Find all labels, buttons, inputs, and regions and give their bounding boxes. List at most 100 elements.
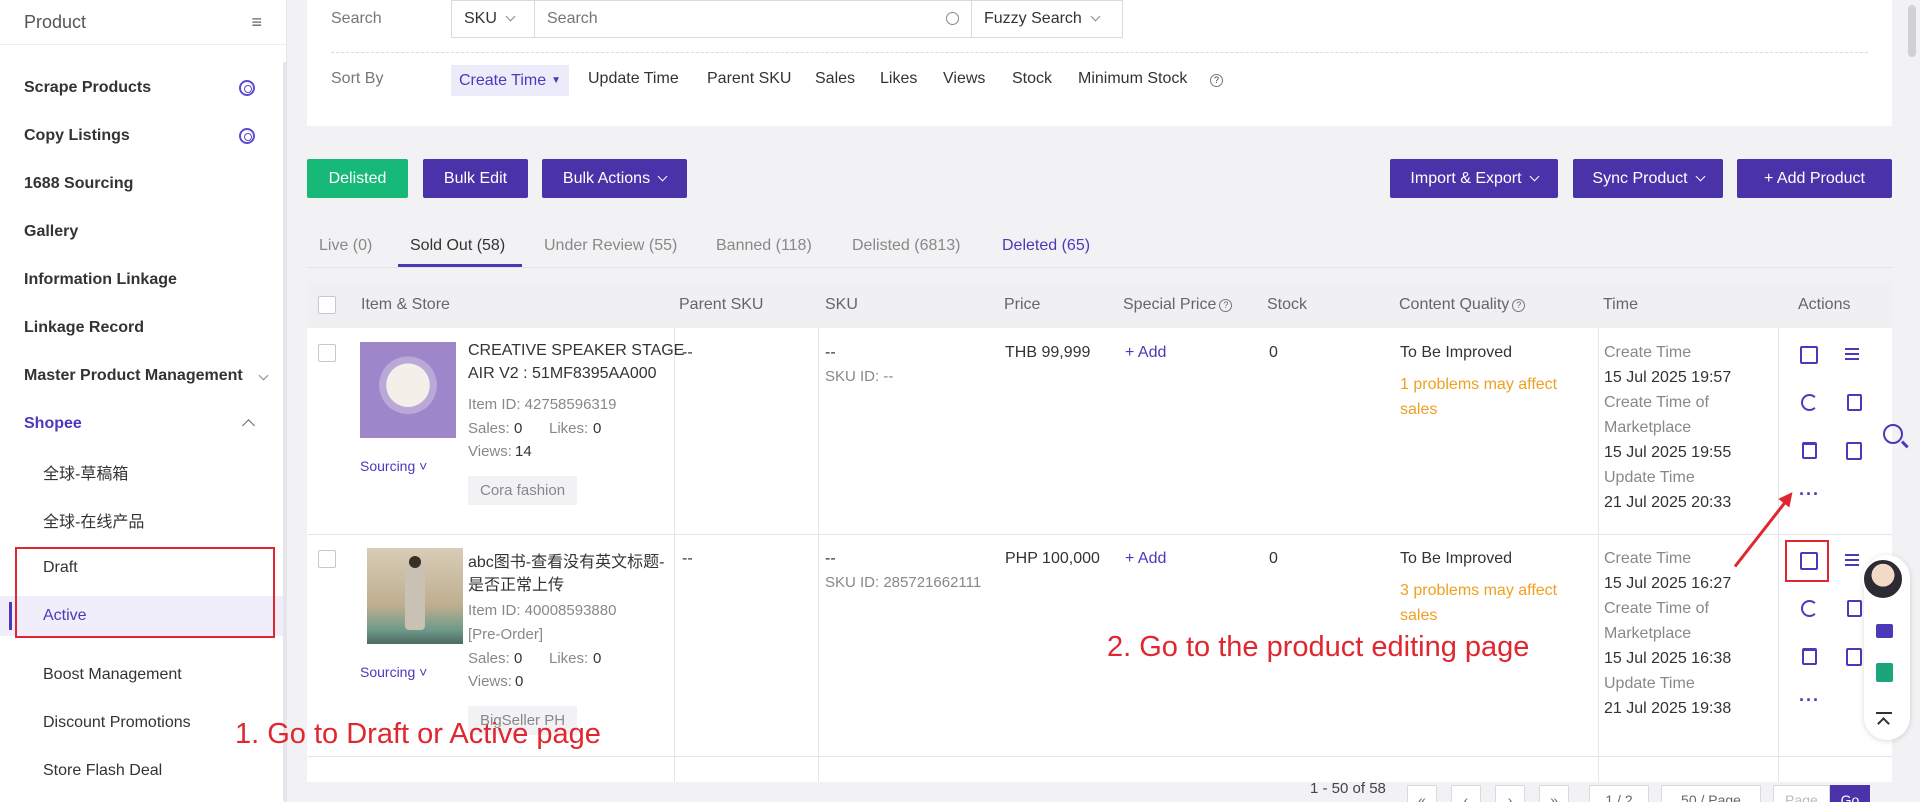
tab-deleted[interactable]: Deleted (65)	[1002, 237, 1090, 255]
more-icon[interactable]: ···	[1799, 690, 1820, 711]
sidebar-item-global-online-products[interactable]: 全球-在线产品	[0, 500, 283, 540]
quality-note[interactable]: 3 problems may affect sales	[1400, 578, 1590, 628]
sort-option-likes[interactable]: Likes	[880, 70, 917, 88]
row-checkbox[interactable]	[318, 550, 336, 568]
sort-option-stock[interactable]: Stock	[1012, 70, 1052, 88]
import-export-button[interactable]: Import & Export	[1390, 159, 1558, 198]
views-label: Views:	[468, 443, 512, 460]
pre-order-tag: [Pre-Order]	[468, 626, 544, 643]
first-page-button[interactable]: «	[1407, 785, 1437, 802]
notes-icon[interactable]	[1846, 648, 1862, 666]
sidebar-item-label: Shopee	[24, 415, 82, 432]
product-thumbnail[interactable]	[360, 342, 456, 438]
bulk-actions-button[interactable]: Bulk Actions	[542, 159, 687, 198]
sort-option-label: Create Time	[459, 71, 547, 89]
product-title-continued[interactable]: 是否正常上传	[468, 571, 564, 595]
trash-icon[interactable]	[1802, 442, 1817, 459]
sort-option-minimum-stock[interactable]: Minimum Stock	[1078, 70, 1187, 88]
notes-icon[interactable]	[1846, 442, 1862, 460]
sourcing-link[interactable]: Sourcing ˅	[360, 458, 427, 474]
sidebar-item-label: Boost Management	[43, 666, 182, 683]
sidebar-item-1688-sourcing[interactable]: 1688 Sourcing	[0, 164, 283, 204]
search-input-box[interactable]	[547, 10, 927, 28]
sort-option-sales[interactable]: Sales	[815, 70, 855, 88]
chevron-down-icon	[1695, 171, 1706, 181]
sidebar-item-store-flash-deal[interactable]: Store Flash Deal	[0, 751, 283, 791]
search-input[interactable]	[535, 0, 972, 38]
products-table: Item & Store Parent SKU SKU Price Specia…	[307, 282, 1892, 782]
sidebar-item-global-draft[interactable]: 全球-草稿箱	[0, 452, 283, 492]
column-header-stock: Stock	[1267, 296, 1308, 313]
sidebar-item-shopee[interactable]: Shopee	[0, 404, 283, 444]
tab-banned[interactable]: Banned (118)	[716, 237, 812, 255]
support-avatar[interactable]	[1862, 558, 1904, 600]
go-button[interactable]: Go	[1830, 785, 1870, 802]
list-options-icon[interactable]	[1845, 345, 1863, 363]
page-jump-input[interactable]: Page	[1773, 785, 1830, 802]
copy-icon[interactable]	[1847, 600, 1862, 617]
list-options-icon[interactable]	[1845, 551, 1863, 569]
tab-sold-out[interactable]: Sold Out (58)	[410, 237, 505, 255]
help-icon[interactable]: ?	[1210, 74, 1223, 87]
sidebar-item-gallery[interactable]: Gallery	[0, 212, 283, 252]
trash-icon[interactable]	[1802, 648, 1817, 665]
sort-option-parent-sku[interactable]: Parent SKU	[707, 70, 791, 88]
select-all-checkbox[interactable]	[318, 296, 336, 314]
sidebar-item-boost-management[interactable]: Boost Management	[0, 655, 283, 695]
sidebar-item-linkage-record[interactable]: Linkage Record	[0, 308, 283, 348]
product-title[interactable]: CREATIVE SPEAKER STAGE	[468, 342, 684, 360]
add-special-price-link[interactable]: + Add	[1125, 550, 1166, 568]
settings-icon[interactable]	[239, 80, 255, 96]
more-icon[interactable]: ···	[1799, 484, 1820, 505]
sidebar-item-information-linkage[interactable]: Information Linkage	[0, 260, 283, 300]
help-icon[interactable]: ?	[1512, 299, 1526, 312]
sort-option-views[interactable]: Views	[943, 70, 985, 88]
product-title-continued[interactable]: AIR V2 : 51MF8395AA000	[468, 365, 657, 383]
column-header-parent-sku: Parent SKU	[679, 296, 764, 313]
settings-icon[interactable]	[239, 128, 255, 144]
delisted-button[interactable]: Delisted	[307, 159, 408, 198]
tab-live[interactable]: Live (0)	[319, 237, 372, 255]
sync-icon[interactable]	[1801, 394, 1818, 411]
copy-icon[interactable]	[1847, 394, 1862, 411]
tab-delisted[interactable]: Delisted (6813)	[852, 237, 961, 255]
product-title[interactable]: abc图书-查看没有英文标题-	[468, 548, 664, 572]
row-checkbox[interactable]	[318, 344, 336, 362]
sidebar-item-label: 全球-在线产品	[43, 514, 145, 531]
sidebar-scrollbar[interactable]	[283, 62, 287, 802]
sourcing-link[interactable]: Sourcing ˅	[360, 664, 427, 680]
highlight-box-edit-icon	[1785, 540, 1829, 582]
search-icon[interactable]	[946, 12, 959, 25]
next-page-button[interactable]: ›	[1495, 785, 1525, 802]
bulk-edit-button[interactable]: Bulk Edit	[423, 159, 528, 198]
search-mode-select[interactable]: Fuzzy Search	[971, 0, 1123, 38]
collapse-sidebar-icon[interactable]: ≡	[251, 12, 262, 33]
product-thumbnail[interactable]	[367, 548, 463, 644]
sync-icon[interactable]	[1801, 600, 1818, 617]
add-product-button[interactable]: + Add Product	[1737, 159, 1892, 198]
sort-option-create-time[interactable]: Create Time ▼	[451, 65, 570, 96]
sync-product-button[interactable]: Sync Product	[1573, 159, 1723, 198]
edit-icon[interactable]	[1800, 346, 1818, 364]
sidebar-item-master-product-management[interactable]: Master Product Management	[0, 356, 283, 396]
prev-page-button[interactable]: ‹	[1451, 785, 1481, 802]
floating-search-icon[interactable]	[1883, 424, 1903, 444]
page-scrollbar[interactable]	[1908, 5, 1916, 57]
last-page-button[interactable]: »	[1539, 785, 1569, 802]
column-header-content-quality: Content Quality?	[1399, 296, 1526, 314]
tab-under-review[interactable]: Under Review (55)	[544, 237, 677, 255]
column-header-label: Special Price	[1123, 296, 1217, 313]
page-size-select[interactable]: 50 / Page	[1661, 785, 1761, 802]
quality-note[interactable]: 1 problems may affect sales	[1400, 372, 1590, 422]
sidebar-item-copy-listings[interactable]: Copy Listings	[0, 116, 283, 156]
marketplace-time-label: Create Time of	[1604, 600, 1709, 617]
chat-icon[interactable]	[1876, 624, 1893, 638]
add-special-price-link[interactable]: + Add	[1125, 344, 1166, 362]
search-field-select[interactable]: SKU	[451, 0, 535, 38]
notebook-icon[interactable]	[1876, 663, 1893, 682]
help-icon[interactable]: ?	[1219, 299, 1233, 312]
stock: 0	[1269, 344, 1278, 361]
column-divider	[674, 328, 675, 782]
sort-option-update-time[interactable]: Update Time	[588, 70, 679, 88]
sidebar-item-scrape-products[interactable]: Scrape Products	[0, 68, 283, 108]
